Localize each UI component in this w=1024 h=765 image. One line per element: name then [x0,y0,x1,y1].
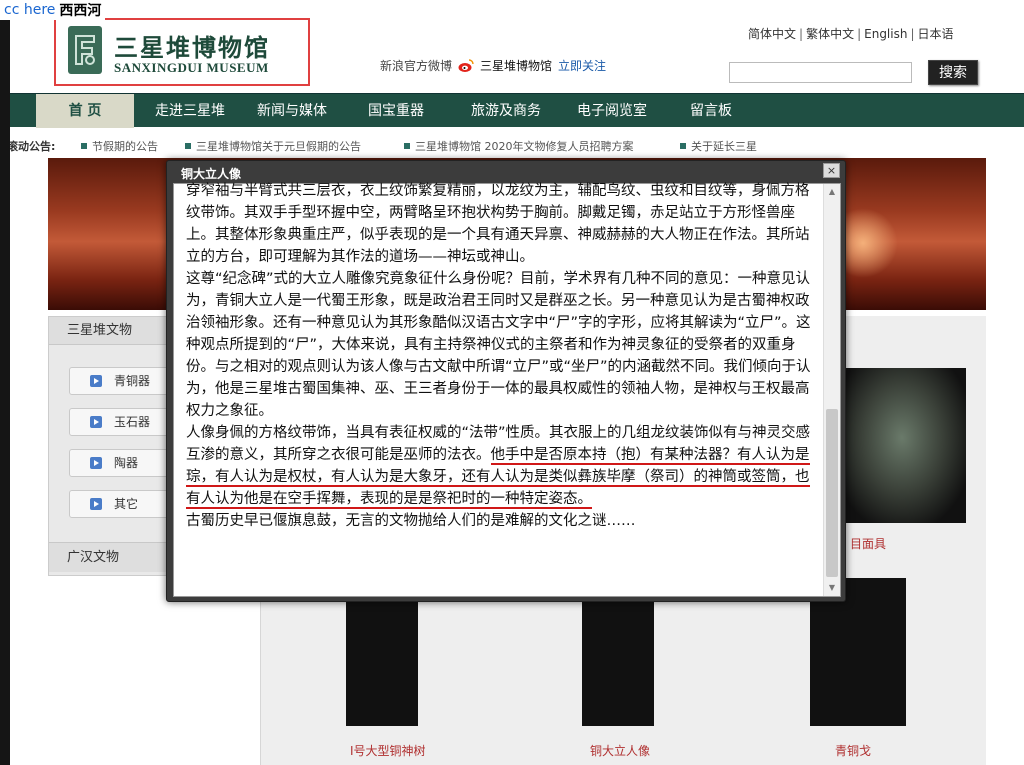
weibo-icon [458,58,474,72]
scroll-down-icon[interactable]: ▼ [824,580,840,596]
modal-scrollbar[interactable]: ▲ ▼ [823,184,840,596]
watermark: cc here 西西河 [0,0,106,20]
arrow-right-icon [90,498,102,510]
weibo-account-name[interactable]: 三星堆博物馆 [480,57,552,74]
announcement-ticker: 滚动公告: 节假期的公告 三星堆博物馆关于元旦假期的公告 三星堆博物馆 2020… [10,137,1024,155]
modal-paragraph: 古蜀历史早已偃旗息鼓，无言的文物抛给人们的是难解的文化之谜…… [186,513,636,529]
language-switcher: 简体中文 | 繁体中文 | English | 日本语 [748,27,954,41]
weibo-block: 新浪官方微博 三星堆博物馆 立即关注 [380,57,606,74]
modal-paragraph: 人像身佩的方格纹带饰，当具有表征权威的“法带”性质。其衣服上的几组龙纹装饰似有与… [186,425,811,509]
left-dark-strip [0,0,10,765]
bullet-icon [185,143,191,149]
nav-home[interactable]: 首 页 [36,94,134,128]
ticker-item[interactable]: 节假期的公告 [81,138,158,154]
watermark-brand: cc here [4,2,56,18]
modal-text: 穿窄袖与半臂式共三层衣，衣上纹饰繁复精丽，以龙纹为主，辅配鸟纹、虫纹和目纹等，身… [186,180,812,532]
nav-tourism[interactable]: 旅游及商务 [454,94,558,128]
site-logo[interactable]: 三星堆博物馆 SANXINGDUI MUSEUM [54,18,310,86]
main-nav: 首 页 走进三星堆 新闻与媒体 国宝重器 旅游及商务 电子阅览室 留言板 [10,93,1024,128]
lang-english[interactable]: English [864,27,907,41]
sidebar-guanghan[interactable]: 广汉文物 [49,542,183,572]
logo-chinese-name: 三星堆博物馆 [114,33,270,62]
logo-english-name: SANXINGDUI MUSEUM [114,60,269,75]
ticker-label: 滚动公告: [10,140,56,153]
bullet-icon [81,143,87,149]
bullet-icon [404,143,410,149]
nav-about[interactable]: 走进三星堆 [140,94,240,128]
nav-guestbook[interactable]: 留言板 [676,94,746,128]
lang-simplified[interactable]: 简体中文 [748,27,796,41]
bullet-icon [680,143,686,149]
nav-treasures[interactable]: 国宝重器 [354,94,438,128]
sidebar-title: 三星堆文物 [49,317,183,345]
thumb-caption[interactable]: I号大型铜神树 [350,742,426,759]
ticker-item[interactable]: 三星堆博物馆关于元旦假期的公告 [185,138,361,154]
modal-paragraph: 这尊“纪念碑”式的大立人雕像究竟象征什么身份呢？目前，学术界有几种不同的意见：一… [186,271,811,419]
lang-japanese[interactable]: 日本语 [918,27,954,41]
watermark-text: 西西河 [59,3,102,19]
weibo-follow-link[interactable]: 立即关注 [558,57,606,74]
scroll-up-icon[interactable]: ▲ [824,184,840,200]
artifact-modal: 铜大立人像 × 穿窄袖与半臂式共三层衣，衣上纹饰繁复精丽，以龙纹为主，辅配鸟纹、… [166,160,846,602]
mask-caption[interactable]: 目面具 [850,535,886,552]
modal-content[interactable]: 穿窄袖与半臂式共三层衣，衣上纹饰繁复精丽，以龙纹为主，辅配鸟纹、虫纹和目纹等，身… [173,183,841,597]
nav-news[interactable]: 新闻与媒体 [246,94,338,128]
ticker-item[interactable]: 关于延长三星 [680,138,757,154]
scroll-thumb[interactable] [826,409,838,577]
arrow-right-icon [90,457,102,469]
sidebar: 三星堆文物 青铜器 玉石器 陶器 其它 广汉文物 [48,316,185,576]
ticker-item[interactable]: 三星堆博物馆 2020年文物修复人员招聘方案 [404,138,634,154]
close-icon[interactable]: × [823,163,840,178]
search-button[interactable]: 搜索 [928,60,978,85]
thumb-caption[interactable]: 青铜戈 [835,742,871,759]
arrow-right-icon [90,416,102,428]
search-input[interactable] [729,62,912,83]
bronze-mask-image[interactable] [838,368,966,523]
weibo-label: 新浪官方微博 [380,59,453,73]
lang-traditional[interactable]: 繁体中文 [806,27,854,41]
nav-reading-room[interactable]: 电子阅览室 [560,94,664,128]
arrow-right-icon [90,375,102,387]
modal-paragraph: 穿窄袖与半臂式共三层衣，衣上纹饰繁复精丽，以龙纹为主，辅配鸟纹、虫纹和目纹等，身… [186,183,810,265]
thumb-caption[interactable]: 铜大立人像 [590,742,650,759]
museum-emblem-icon [68,26,102,74]
